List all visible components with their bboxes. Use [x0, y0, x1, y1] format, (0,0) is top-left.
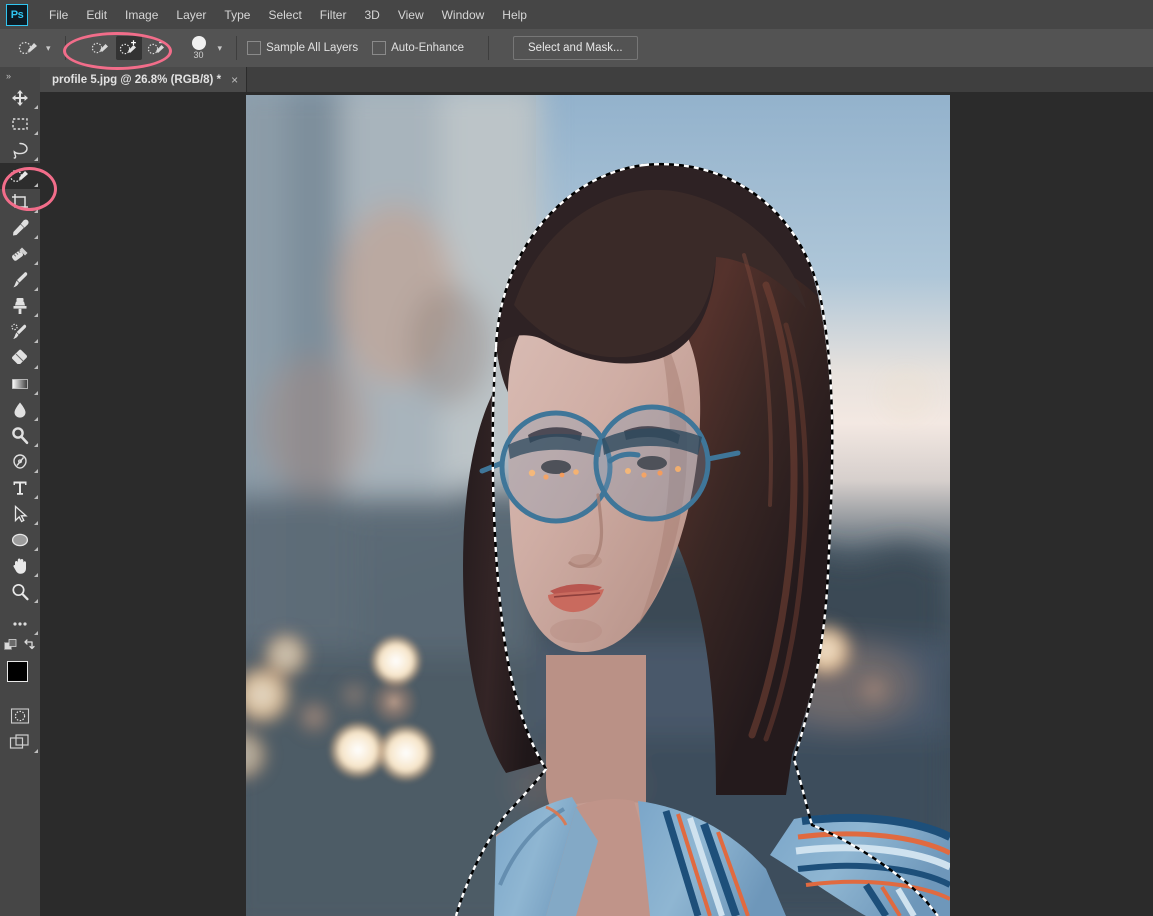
menu-help[interactable]: Help: [493, 3, 536, 27]
collapse-panel-button[interactable]: »: [0, 67, 40, 85]
color-swatches: [0, 657, 40, 703]
quick-mask-mode-button[interactable]: [0, 703, 40, 729]
tool-expand-triangle-icon: [34, 521, 38, 525]
tool-lasso[interactable]: [0, 137, 40, 163]
tool-expand-triangle-icon: [34, 391, 38, 395]
tool-zoom[interactable]: [0, 579, 40, 605]
default-colors-button[interactable]: [4, 639, 20, 658]
brush-size-picker[interactable]: 30: [186, 36, 212, 60]
tool-expand-triangle-icon: [34, 183, 38, 187]
tool-healing-brush[interactable]: [0, 241, 40, 267]
tool-gradient[interactable]: [0, 371, 40, 397]
document-tab[interactable]: profile 5.jpg @ 26.8% (RGB/8) * ×: [40, 67, 248, 92]
subtract-from-selection-button[interactable]: [144, 36, 170, 60]
menu-view[interactable]: View: [389, 3, 433, 27]
options-bar: ▾ 30 ▾ Sample All Layers Auto-Enhance Se…: [0, 29, 1153, 68]
tool-expand-triangle-icon: [34, 157, 38, 161]
tool-expand-triangle-icon: [34, 313, 38, 317]
menu-select[interactable]: Select: [259, 3, 310, 27]
document-tab-title: profile 5.jpg @ 26.8% (RGB/8) *: [52, 73, 222, 86]
tool-preset-picker[interactable]: ▾: [18, 38, 55, 58]
checkbox-box: [372, 41, 387, 55]
tool-type[interactable]: [0, 475, 40, 501]
selection-mode-group: [88, 36, 172, 60]
tools-panel: »: [0, 67, 41, 916]
brush-size-value: 30: [193, 50, 204, 60]
screen-mode-button[interactable]: [0, 729, 40, 755]
brush-chevron-down-icon[interactable]: ▾: [218, 43, 223, 54]
menu-edit[interactable]: Edit: [77, 3, 116, 27]
menu-file[interactable]: File: [40, 3, 77, 27]
tool-expand-triangle-icon: [34, 105, 38, 109]
auto-enhance-checkbox[interactable]: Auto-Enhance: [372, 41, 464, 55]
image-canvas[interactable]: [246, 95, 950, 916]
photoshop-window: Ps File Edit Image Layer Type Select Fil…: [0, 0, 1153, 916]
tool-expand-triangle-icon: [34, 235, 38, 239]
quick-selection-icon: [18, 38, 40, 58]
menu-layer[interactable]: Layer: [167, 3, 215, 27]
tool-eyedropper[interactable]: [0, 215, 40, 241]
tool-expand-triangle-icon: [34, 547, 38, 551]
foreground-color-swatch[interactable]: [7, 661, 28, 682]
photoshop-logo-icon: Ps: [6, 3, 28, 26]
tool-path-selection[interactable]: [0, 501, 40, 527]
tool-expand-triangle-icon: [34, 131, 38, 135]
menu-type[interactable]: Type: [215, 3, 259, 27]
tool-history-brush[interactable]: [0, 319, 40, 345]
tool-edit-toolbar[interactable]: [0, 611, 40, 637]
tool-blur[interactable]: [0, 397, 40, 423]
checkbox-box: [247, 41, 262, 55]
tool-expand-triangle-icon: [34, 749, 38, 753]
tool-expand-triangle-icon: [34, 469, 38, 473]
brush-preview-icon: [191, 36, 206, 50]
add-to-selection-button[interactable]: [115, 36, 142, 60]
tool-ellipse[interactable]: [0, 527, 40, 553]
tool-brush[interactable]: [0, 267, 40, 293]
tool-expand-triangle-icon: [34, 261, 38, 265]
swatch-controls-row: [0, 637, 40, 655]
menu-bar: Ps File Edit Image Layer Type Select Fil…: [0, 0, 1153, 29]
tool-move[interactable]: [0, 85, 40, 111]
sample-all-layers-checkbox[interactable]: Sample All Layers: [247, 41, 358, 55]
tool-marquee[interactable]: [0, 111, 40, 137]
tool-expand-triangle-icon: [34, 443, 38, 447]
tool-clone-stamp[interactable]: [0, 293, 40, 319]
close-icon[interactable]: ×: [231, 74, 238, 86]
tool-expand-triangle-icon: [34, 365, 38, 369]
new-selection-button[interactable]: [88, 36, 114, 60]
tool-expand-triangle-icon: [34, 287, 38, 291]
tool-dodge[interactable]: [0, 423, 40, 449]
tool-expand-triangle-icon: [34, 209, 38, 213]
canvas-workspace[interactable]: [40, 92, 1153, 916]
tool-expand-triangle-icon: [34, 599, 38, 603]
options-divider-3: [488, 36, 489, 60]
swap-colors-button[interactable]: [23, 638, 37, 657]
tool-crop[interactable]: [0, 189, 40, 215]
chevron-down-icon: ▾: [46, 42, 51, 53]
menu-3d[interactable]: 3D: [355, 3, 388, 27]
options-divider: [64, 36, 66, 60]
menu-window[interactable]: Window: [433, 3, 494, 27]
document-tab-bar: profile 5.jpg @ 26.8% (RGB/8) * ×: [40, 67, 1153, 93]
options-divider-2: [236, 36, 238, 60]
tool-expand-triangle-icon: [34, 573, 38, 577]
tool-expand-triangle-icon: [34, 339, 38, 343]
auto-enhance-label: Auto-Enhance: [391, 42, 464, 54]
tool-quick-selection[interactable]: [0, 163, 40, 189]
tool-eraser[interactable]: [0, 345, 40, 371]
sample-all-layers-label: Sample All Layers: [266, 42, 359, 54]
select-and-mask-button[interactable]: Select and Mask...: [513, 36, 638, 60]
tool-expand-triangle-icon: [34, 417, 38, 421]
tool-expand-triangle-icon: [34, 631, 38, 635]
menu-filter[interactable]: Filter: [311, 3, 356, 27]
tool-hand[interactable]: [0, 553, 40, 579]
tool-pen[interactable]: [0, 449, 40, 475]
menu-image[interactable]: Image: [116, 3, 167, 27]
tool-expand-triangle-icon: [34, 495, 38, 499]
portrait-photo: [246, 95, 950, 916]
